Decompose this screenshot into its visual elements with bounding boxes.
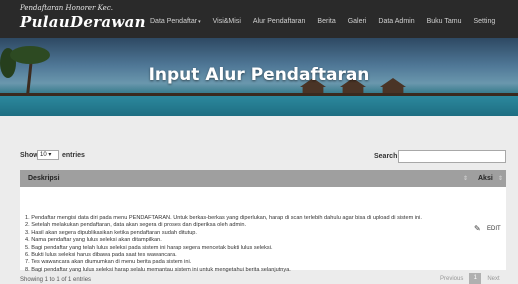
nav-item-data-pendaftar[interactable]: Data Pendaftar▾ xyxy=(150,18,201,25)
description-line: 5. Bagi pendaftar yang telah lulus selek… xyxy=(25,244,273,251)
edit-button[interactable]: EDIT xyxy=(487,226,501,232)
table-header: Deskripsi ⇕ Aksi ⇕ xyxy=(20,170,506,187)
caret-down-icon: ▾ xyxy=(198,19,201,25)
nav-item-setting[interactable]: Setting xyxy=(473,18,495,25)
nav-menu: Data Pendaftar▾ Visi&Misi Alur Pendaftar… xyxy=(150,18,507,25)
hero-sea xyxy=(0,94,518,116)
nav-item-buku-tamu[interactable]: Buku Tamu xyxy=(427,18,462,25)
pagination: Previous 1 Next xyxy=(440,273,500,284)
sort-icon[interactable]: ⇕ xyxy=(463,175,468,182)
hero-palm-leaves xyxy=(10,46,50,64)
description-list: 1. Pendaftar mengisi data diri pada menu… xyxy=(25,215,422,274)
description-line: 4. Nama pendaftar yang lulus seleksi aka… xyxy=(25,237,162,244)
description-line: 7. Tes wawancara akan diumumkan di menu … xyxy=(25,259,192,266)
nav-item-alur-pendaftaran[interactable]: Alur Pendaftaran xyxy=(253,18,306,25)
hero-pier xyxy=(0,93,518,96)
previous-page-button[interactable]: Previous xyxy=(440,276,463,282)
table-controls: Show 10 ▾ entries Search: xyxy=(20,150,506,164)
table-info: Showing 1 to 1 of 1 entries xyxy=(20,277,92,283)
nav-item-galeri[interactable]: Galeri xyxy=(348,18,367,25)
search-input[interactable] xyxy=(398,150,506,163)
nav-item-visi-misi[interactable]: Visi&Misi xyxy=(213,18,241,25)
search-label: Search: xyxy=(374,153,400,160)
description-line: 1. Pendaftar mengisi data diri pada menu… xyxy=(25,215,422,221)
next-page-button[interactable]: Next xyxy=(487,276,499,282)
column-header-aksi[interactable]: Aksi xyxy=(478,175,493,182)
column-header-deskripsi[interactable]: Deskripsi xyxy=(28,175,60,182)
navbar: Pendaftaran Honorer Kec. PulauDerawan Da… xyxy=(0,0,518,38)
description-line: 6. Bukti lulus seleksi harus dibawa pada… xyxy=(25,252,177,259)
entries-label: entries xyxy=(62,152,85,159)
entries-length-select[interactable]: 10 ▾ xyxy=(37,150,59,160)
page-number-button[interactable]: 1 xyxy=(469,273,482,284)
description-line: 8. Bagi pendaftar yang lulus seleksi har… xyxy=(25,266,291,273)
sort-icon[interactable]: ⇕ xyxy=(498,175,503,182)
page-title: Input Alur Pendaftaran xyxy=(148,65,370,85)
hero-banner: Input Alur Pendaftaran xyxy=(0,38,518,116)
table-row: 1. Pendaftar mengisi data diri pada menu… xyxy=(20,187,506,273)
edit-icon[interactable]: ✎ xyxy=(474,224,481,233)
brand-title[interactable]: PulauDerawan xyxy=(20,13,146,31)
description-line: 2. Setelah melakukan pendaftaran, data a… xyxy=(25,222,247,229)
nav-item-berita[interactable]: Berita xyxy=(317,18,335,25)
brand-subtitle: Pendaftaran Honorer Kec. xyxy=(20,4,113,12)
show-label: Show xyxy=(20,152,39,159)
description-line: 3. Hasil akan segera dipublikasikan keti… xyxy=(25,229,197,236)
data-table: Deskripsi ⇕ Aksi ⇕ 1. Pendaftar mengisi … xyxy=(20,170,506,273)
nav-item-data-admin[interactable]: Data Admin xyxy=(378,18,414,25)
